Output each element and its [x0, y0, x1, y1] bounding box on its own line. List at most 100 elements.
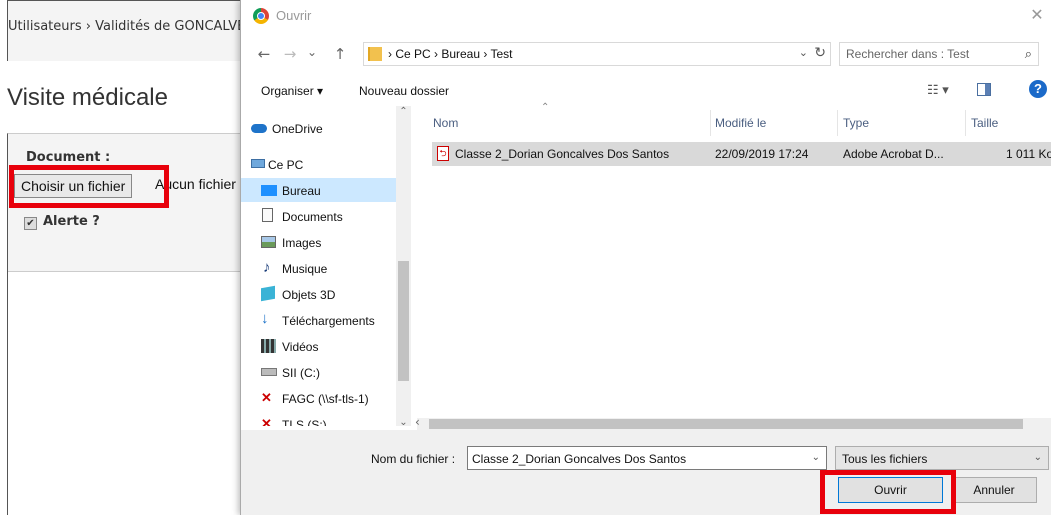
sort-indicator-icon: ⌃	[541, 102, 550, 113]
breadcrumb-bar: Utilisateurs › Validités de GONCALVES	[7, 0, 248, 61]
pdf-icon: ⮌	[437, 146, 449, 161]
drive-icon	[261, 368, 277, 376]
documents-icon	[262, 208, 273, 222]
breadcrumb[interactable]: Utilisateurs › Validités de GONCALVES	[8, 19, 248, 34]
dialog-toolbar: Organiser ▾ Nouveau dossier ☷ ▾ ?	[241, 78, 1051, 104]
nav-item-label: Vidéos	[282, 340, 319, 354]
nav-item-label: SII (C:)	[282, 366, 320, 380]
scroll-down-icon[interactable]: ⌄	[396, 417, 411, 428]
alert-field[interactable]: ✔ Alerte ?	[24, 214, 100, 230]
chevron-down-icon[interactable]: ⌄	[1034, 452, 1042, 463]
nav-item-label: Documents	[282, 210, 343, 224]
address-path[interactable]: › Ce PC › Bureau › Test	[388, 47, 513, 61]
document-label: Document :	[26, 150, 111, 165]
folder-icon	[368, 47, 382, 61]
column-header-modified[interactable]: Modifié le	[715, 116, 766, 130]
column-header-name[interactable]: Nom	[433, 116, 458, 130]
highlight-open-button	[820, 470, 956, 514]
computer-icon	[251, 159, 265, 168]
column-separator[interactable]	[965, 110, 966, 136]
view-menu-icon[interactable]: ☷ ▾	[927, 82, 949, 98]
nav-item-bureau[interactable]: Bureau	[241, 178, 396, 202]
alert-checkbox[interactable]: ✔	[24, 217, 37, 230]
alert-label: Alerte ?	[43, 214, 100, 229]
network-drive-icon: ✕	[261, 416, 272, 426]
desktop-icon	[261, 185, 277, 196]
preview-pane-icon[interactable]	[977, 83, 991, 96]
dialog-titlebar[interactable]: Ouvrir ✕	[241, 0, 1051, 32]
objects-3d-icon	[261, 285, 275, 302]
help-icon[interactable]: ?	[1029, 80, 1047, 98]
horizontal-scrollbar[interactable]: ‹ ›	[415, 415, 1051, 430]
up-icon[interactable]: ↑	[331, 45, 349, 63]
nav-scrollbar[interactable]: ⌃ ⌄	[396, 106, 411, 428]
network-drive-icon: ✕	[261, 390, 272, 405]
scrollbar-thumb[interactable]	[429, 419, 1023, 429]
refresh-icon[interactable]: ↻	[814, 44, 826, 61]
nav-item-musique[interactable]: ♪ Musique	[241, 256, 396, 280]
nav-item-tls[interactable]: ✕ TLS (S:)	[241, 412, 396, 426]
nav-item-telechargements[interactable]: ↓ Téléchargements	[241, 308, 396, 332]
images-icon	[261, 236, 276, 248]
file-type: Adobe Acrobat D...	[843, 147, 944, 161]
nav-item-label: OneDrive	[272, 122, 323, 136]
organize-menu[interactable]: Organiser ▾	[261, 84, 323, 98]
nav-item-onedrive[interactable]: OneDrive	[241, 116, 396, 140]
recent-locations-icon[interactable]: ⌄	[303, 45, 321, 59]
chrome-icon	[253, 8, 269, 24]
filename-input[interactable]: Classe 2_Dorian Goncalves Dos Santos ⌄	[467, 446, 827, 470]
chevron-down-icon[interactable]: ⌄	[812, 452, 820, 463]
nav-item-label: Bureau	[282, 184, 321, 198]
file-name: Classe 2_Dorian Goncalves Dos Santos	[455, 147, 670, 161]
scrollbar-thumb[interactable]	[398, 261, 409, 381]
nav-item-fagc[interactable]: ✕ FAGC (\\sf-tls-1)	[241, 386, 396, 410]
nav-item-drive-c[interactable]: SII (C:)	[241, 360, 396, 384]
nav-item-label: Ce PC	[268, 158, 304, 172]
search-placeholder: Rechercher dans : Test	[846, 47, 970, 61]
page-title: Visite médicale	[7, 84, 168, 111]
search-input[interactable]: Rechercher dans : Test ⌕	[839, 42, 1039, 66]
background-page: Utilisateurs › Validités de GONCALVES Vi…	[0, 0, 276, 515]
nav-item-label: FAGC (\\sf-tls-1)	[282, 392, 369, 406]
scroll-left-icon[interactable]: ‹	[415, 415, 420, 429]
nav-item-images[interactable]: Images	[241, 230, 396, 254]
address-row: ← → ⌄ ↑ › Ce PC › Bureau › Test ⌄ ↻ Rech…	[241, 40, 1051, 70]
cloud-icon	[251, 124, 267, 133]
filename-value: Classe 2_Dorian Goncalves Dos Santos	[472, 452, 687, 466]
column-header-size[interactable]: Taille	[971, 116, 998, 130]
file-type-select[interactable]: Tous les fichiers ⌄	[835, 446, 1049, 470]
column-header-type[interactable]: Type	[843, 116, 869, 130]
videos-icon	[261, 339, 276, 353]
dialog-title: Ouvrir	[276, 8, 312, 23]
nav-item-label: Musique	[282, 262, 328, 276]
file-type-value: Tous les fichiers	[842, 452, 928, 466]
scroll-up-icon[interactable]: ⌃	[396, 106, 411, 117]
file-modified: 22/09/2019 17:24	[715, 147, 809, 161]
music-icon: ♪	[263, 259, 271, 276]
search-icon[interactable]: ⌕	[1025, 46, 1032, 62]
nav-item-objets-3d[interactable]: Objets 3D	[241, 282, 396, 306]
nav-item-label: Images	[282, 236, 322, 250]
table-row[interactable]: ⮌ Classe 2_Dorian Goncalves Dos Santos 2…	[432, 142, 1051, 166]
nav-item-documents[interactable]: Documents	[241, 204, 396, 228]
column-separator[interactable]	[710, 110, 711, 136]
close-icon[interactable]: ✕	[1026, 4, 1048, 26]
highlight-choose-file	[9, 165, 169, 208]
address-bar[interactable]: › Ce PC › Bureau › Test ⌄ ↻	[363, 42, 831, 66]
open-file-dialog: Ouvrir ✕ ← → ⌄ ↑ › Ce PC › Bureau › Test…	[240, 0, 1051, 515]
cancel-button[interactable]: Annuler	[951, 477, 1037, 503]
back-icon[interactable]: ←	[255, 45, 273, 63]
file-size: 1 011 Ko	[1006, 147, 1051, 161]
nav-item-videos[interactable]: Vidéos	[241, 334, 396, 358]
nav-item-label: Objets 3D	[282, 288, 336, 302]
file-list: Nom ⌃ Modifié le Type Taille ⮌ Classe 2_…	[417, 102, 1051, 418]
page-border	[7, 270, 8, 515]
forward-icon[interactable]: →	[281, 45, 299, 63]
column-separator[interactable]	[837, 110, 838, 136]
navigation-pane: OneDrive Ce PC Bureau Documents Images ♪…	[241, 106, 411, 426]
nav-item-ce-pc[interactable]: Ce PC	[241, 152, 396, 176]
new-folder-button[interactable]: Nouveau dossier	[359, 84, 449, 98]
filename-label: Nom du fichier :	[371, 452, 456, 466]
chevron-down-icon[interactable]: ⌄	[799, 46, 808, 59]
nav-item-label: TLS (S:)	[282, 418, 327, 426]
